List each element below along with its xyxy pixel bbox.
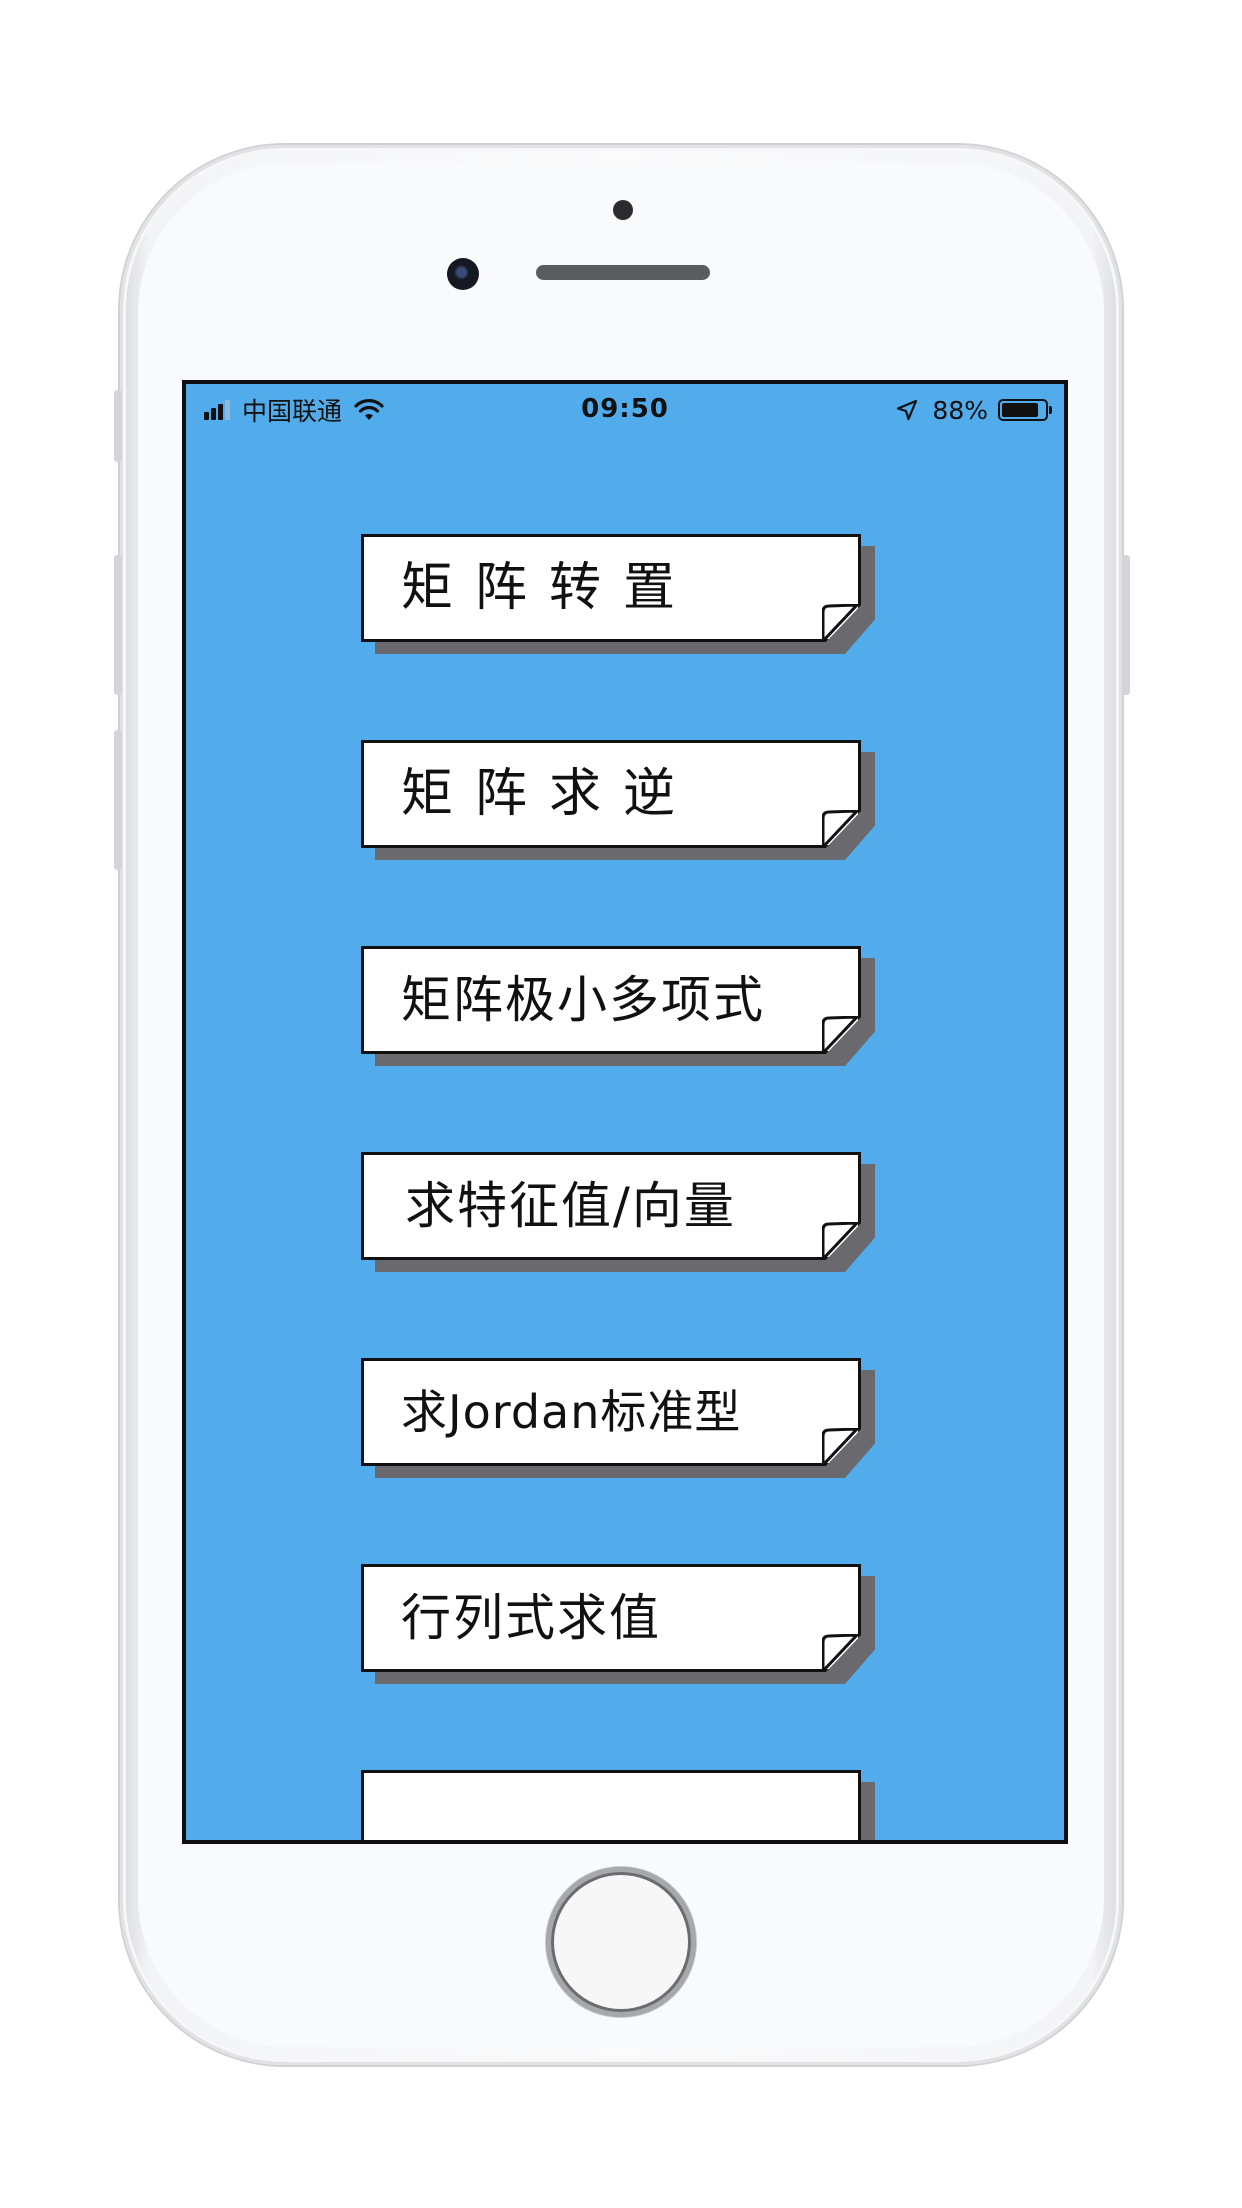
menu-item-minimal-polynomial[interactable]: 矩阵极小多项式 [361, 946, 875, 1066]
earpiece-speaker [536, 265, 710, 280]
mute-switch [114, 390, 122, 462]
menu-item-determinant[interactable]: 行列式求值 [361, 1564, 875, 1684]
home-button[interactable] [546, 1867, 696, 2017]
menu-item-label: 矩阵转置 [401, 558, 698, 618]
menu-item-matrix-transpose[interactable]: 矩阵转置 [361, 534, 875, 654]
menu-item-label: 求特征值/向量 [405, 1177, 736, 1235]
proximity-sensor [613, 200, 633, 220]
volume-down-button [114, 730, 122, 870]
menu-item-label: 行列式求值 [401, 1589, 661, 1647]
menu-item-label: 求Jordan标准型 [401, 1385, 742, 1439]
page-curl-icon [822, 604, 858, 642]
menu-item-jordan-form[interactable]: 求Jordan标准型 [361, 1358, 875, 1478]
page-curl-icon [822, 1634, 858, 1672]
page-curl-icon [822, 810, 858, 848]
volume-up-button [114, 555, 122, 695]
menu-item-matrix-inverse[interactable]: 矩阵求逆 [361, 740, 875, 860]
page-curl-icon [822, 1222, 858, 1260]
front-camera-icon [447, 258, 479, 290]
power-button [1122, 555, 1130, 695]
menu-item-label: 矩阵求逆 [401, 764, 698, 824]
menu-item-partial[interactable] [361, 1770, 875, 1840]
page-curl-icon [822, 1428, 858, 1466]
menu-item-label: 矩阵极小多项式 [401, 971, 765, 1029]
app-screen: 中国联通 09:50 88% 矩阵转置 矩阵求逆 矩阵极小多项式 求特征值/向量… [182, 380, 1068, 1844]
menu-item-eigenvalues[interactable]: 求特征值/向量 [361, 1152, 875, 1272]
function-menu: 矩阵转置 矩阵求逆 矩阵极小多项式 求特征值/向量 求Jordan标准型 行列式… [186, 384, 1064, 1840]
page-curl-icon [822, 1016, 858, 1054]
